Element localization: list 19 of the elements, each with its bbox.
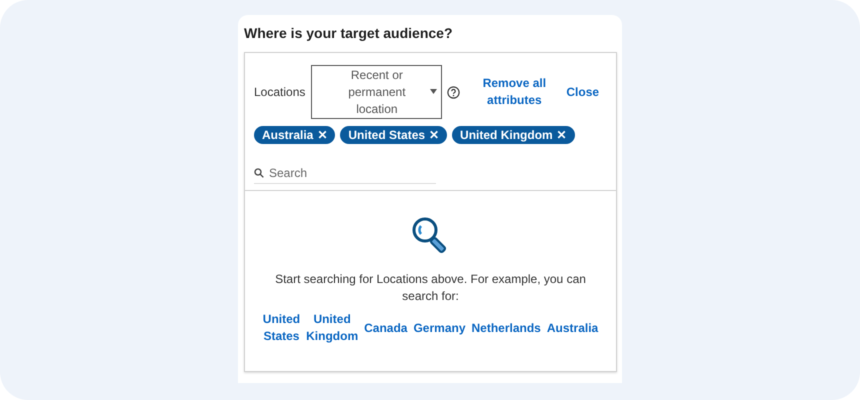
location-tag[interactable]: United States ✕ <box>340 126 448 144</box>
section-title: Where is your target audience? <box>244 24 454 43</box>
caret-icon <box>430 89 438 94</box>
suggestion-link[interactable]: Germany <box>413 320 466 336</box>
suggestion-link[interactable]: United States <box>262 311 300 345</box>
suggestion-link[interactable]: Netherlands <box>472 320 541 336</box>
search-field[interactable]: Search <box>269 164 419 182</box>
suggestion-link[interactable]: Canada <box>364 320 408 336</box>
remove-all-link[interactable]: Remove all attributes <box>474 75 554 109</box>
close-link[interactable]: Close <box>566 83 600 101</box>
location-tag[interactable]: Australia ✕ <box>254 126 336 144</box>
locations-label: Locations <box>254 84 306 101</box>
empty-state-message: Start searching for Locations above. For example, you can search for: <box>274 271 587 305</box>
suggestion-link[interactable]: Australia <box>546 320 598 336</box>
location-tag[interactable]: United Kingdom ✕ <box>452 126 575 144</box>
suggestion-link[interactable]: United Kingdom <box>306 311 358 345</box>
help-icon[interactable] <box>447 86 460 98</box>
location-type-dropdown[interactable]: Recent or permanent location <box>311 65 442 119</box>
search-icon <box>254 168 264 178</box>
